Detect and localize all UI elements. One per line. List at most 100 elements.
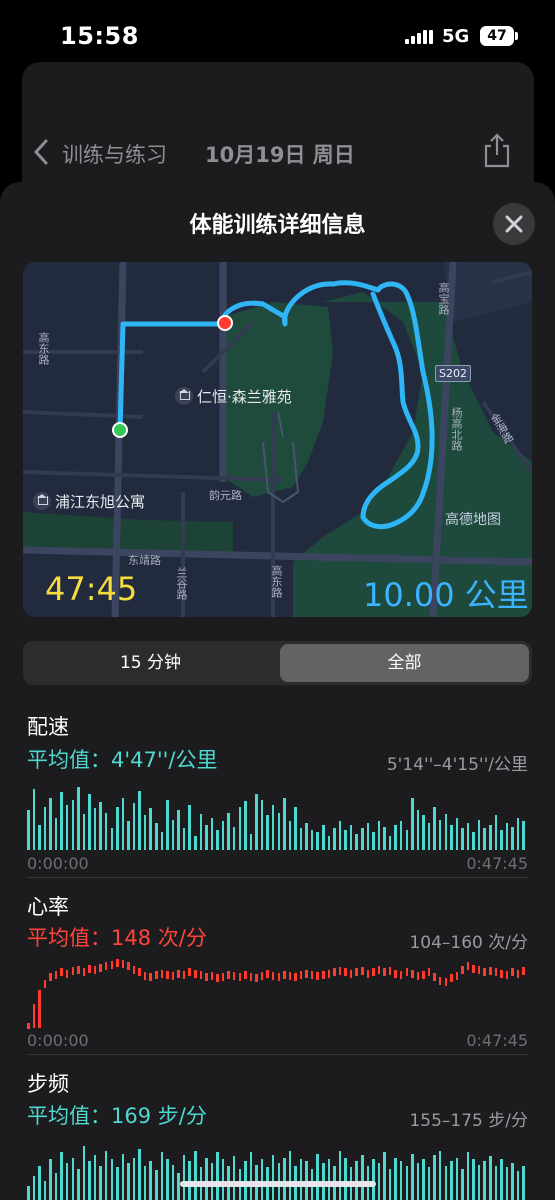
sheet-title: 体能训练详细信息	[189, 213, 366, 238]
pace-bar	[288, 821, 292, 850]
pace-bar	[283, 798, 286, 850]
pace-bar	[322, 824, 325, 850]
pace-bar	[260, 799, 264, 850]
pace-bar	[366, 822, 370, 850]
cadence-bar	[316, 1153, 319, 1200]
pace-bar	[149, 808, 152, 850]
heart-rate-point	[255, 974, 258, 983]
cadence-bar	[455, 1157, 459, 1200]
cadence-bar	[54, 1172, 58, 1200]
heart-rate-point	[104, 962, 108, 971]
cadence-bar	[372, 1159, 375, 1200]
pace-bar	[32, 788, 36, 850]
heart-rate-point	[450, 974, 453, 983]
pace-range: 5'14''–4'15''/公里	[386, 755, 528, 775]
pace-bar	[188, 805, 191, 850]
pace-bar	[416, 810, 420, 850]
cadence-bar	[132, 1157, 136, 1200]
pace-bar	[177, 810, 180, 850]
heart-rate-point	[249, 973, 253, 982]
poi-name: 仁恒·森兰雅苑	[197, 388, 292, 406]
heart-rate-point	[121, 959, 125, 968]
cadence-bar	[427, 1167, 431, 1200]
heart-rate-point	[116, 958, 119, 967]
heart-rate-point	[227, 970, 230, 979]
pace-bar	[210, 817, 214, 850]
heart-rate-point	[333, 968, 336, 977]
cadence-bar	[216, 1152, 219, 1200]
heart-rate-point	[366, 969, 370, 978]
pace-bar	[349, 824, 353, 850]
heart-rate-point	[155, 970, 158, 979]
pace-bar	[466, 822, 470, 850]
heart-rate-point	[394, 969, 397, 978]
share-icon[interactable]	[481, 132, 513, 168]
pace-bar	[27, 810, 30, 850]
pace-bar	[65, 805, 69, 850]
heart-rate-point	[483, 968, 486, 977]
heart-rate-point	[322, 970, 325, 979]
pace-bar	[99, 802, 102, 850]
heart-rate-point	[65, 969, 69, 978]
highway-badge: S202	[435, 365, 471, 382]
poi-name: 浦江东旭公寓	[55, 493, 146, 511]
heart-rate-point	[49, 973, 52, 982]
cadence-section-title: 步频	[27, 1072, 69, 1096]
heart-rate-point	[489, 967, 492, 976]
cadence-bar	[65, 1162, 69, 1200]
cadence-bar	[221, 1159, 225, 1200]
heart-rate-point	[399, 970, 403, 979]
cadence-bar	[494, 1166, 498, 1200]
heart-rate-point	[199, 970, 203, 979]
heart-rate-point	[149, 973, 152, 982]
pace-bar	[194, 835, 197, 850]
cadence-bar	[88, 1160, 91, 1200]
time-range-segmented-control[interactable]: 15 分钟 全部	[23, 641, 532, 685]
home-indicator[interactable]	[180, 1181, 376, 1187]
pace-axis-start: 0:00:00	[27, 854, 89, 873]
heart-rate-point	[444, 977, 447, 986]
pace-bar	[60, 792, 63, 850]
heart-rate-axis-end: 0:47:45	[466, 1031, 528, 1050]
pace-bar	[344, 829, 347, 850]
pace-bar	[411, 798, 414, 850]
cadence-bar	[116, 1167, 119, 1200]
cadence-bar	[232, 1156, 236, 1200]
pace-bar	[394, 824, 397, 850]
pace-bar	[477, 819, 481, 850]
cadence-bar	[283, 1157, 286, 1200]
pace-bar	[305, 822, 308, 850]
heart-rate-point	[232, 971, 236, 980]
pace-bar	[277, 812, 280, 850]
heart-rate-point	[138, 968, 141, 977]
cadence-bar	[99, 1166, 102, 1200]
heart-rate-point	[277, 973, 280, 982]
cadence-bar	[399, 1160, 403, 1200]
segment-all[interactable]: 全部	[280, 644, 529, 682]
workout-distance: 10.00 公里	[363, 576, 529, 614]
pace-bar	[110, 828, 113, 850]
cadence-bar	[143, 1166, 147, 1200]
road-label: 东靖路	[128, 554, 161, 567]
status-bar: 15:58 5G 47	[0, 0, 555, 60]
pace-bar	[49, 798, 52, 850]
pace-bar	[355, 834, 358, 850]
pace-bar	[116, 806, 119, 850]
pace-bar	[294, 806, 297, 850]
heart-rate-point	[310, 970, 314, 979]
back-chevron-icon[interactable]	[34, 139, 48, 165]
pace-bar	[143, 815, 147, 850]
heart-rate-point	[166, 970, 169, 979]
cadence-bar	[338, 1151, 342, 1200]
heart-rate-point	[500, 969, 503, 978]
close-button[interactable]	[493, 203, 535, 245]
route-map[interactable]: 仁恒·森兰雅苑 浦江东旭公寓 韵元路 东靖路 兰谷路 高东路 杨高北路 金海路 …	[23, 262, 532, 617]
cadence-bar	[194, 1151, 197, 1200]
heart-rate-point	[160, 969, 164, 978]
cadence-bar	[82, 1145, 86, 1200]
cadence-bar	[27, 1186, 30, 1200]
pace-bar	[255, 793, 258, 850]
segment-15-minutes[interactable]: 15 分钟	[26, 644, 275, 682]
back-button[interactable]: 训练与练习	[62, 139, 167, 169]
pace-bar	[383, 826, 386, 850]
